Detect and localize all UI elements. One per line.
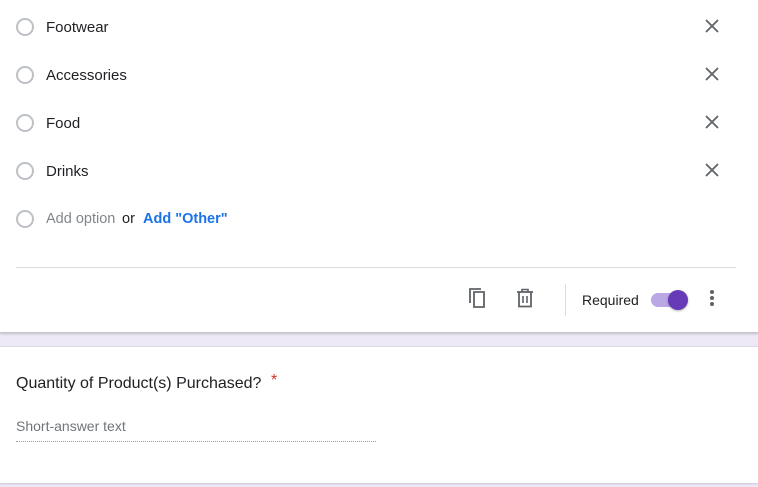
toolbar-separator bbox=[565, 284, 566, 316]
required-toggle[interactable] bbox=[648, 288, 690, 312]
close-icon bbox=[705, 115, 719, 129]
add-option-input[interactable]: Add option bbox=[46, 210, 115, 228]
radio-icon bbox=[16, 114, 34, 132]
option-label[interactable]: Drinks bbox=[46, 163, 89, 181]
duplicate-button[interactable] bbox=[465, 286, 489, 310]
option-row-food: Food bbox=[16, 113, 736, 137]
short-answer-field[interactable]: Short-answer text bbox=[16, 415, 376, 442]
close-icon bbox=[705, 163, 719, 177]
close-icon bbox=[705, 19, 719, 33]
option-label[interactable]: Accessories bbox=[46, 67, 127, 85]
option-label[interactable]: Food bbox=[46, 115, 80, 133]
radio-icon bbox=[16, 162, 34, 180]
trash-icon bbox=[517, 288, 533, 308]
option-row-footwear: Footwear bbox=[16, 17, 736, 41]
option-row-drinks: Drinks bbox=[16, 161, 736, 185]
option-row-accessories: Accessories bbox=[16, 65, 736, 89]
remove-option-button[interactable] bbox=[702, 160, 722, 180]
required-label: Required bbox=[582, 292, 639, 308]
close-icon bbox=[705, 67, 719, 81]
short-answer-placeholder: Short-answer text bbox=[16, 418, 126, 434]
short-answer-question-card: Quantity of Product(s) Purchased? * Shor… bbox=[0, 346, 758, 483]
question-title: Quantity of Product(s) Purchased? bbox=[16, 375, 262, 392]
more-options-button[interactable] bbox=[700, 286, 724, 310]
add-option-row: Add option or Add "Other" bbox=[16, 209, 416, 233]
radio-icon bbox=[16, 18, 34, 36]
divider bbox=[16, 267, 736, 268]
or-text: or bbox=[122, 211, 135, 227]
remove-option-button[interactable] bbox=[702, 112, 722, 132]
add-other-button[interactable]: Add "Other" bbox=[143, 210, 228, 228]
toggle-knob bbox=[668, 290, 688, 310]
remove-option-button[interactable] bbox=[702, 16, 722, 36]
radio-icon bbox=[16, 210, 34, 228]
option-label[interactable]: Footwear bbox=[46, 19, 109, 37]
multiple-choice-question-card: Footwear Accessories Food Drinks Add opt… bbox=[0, 0, 758, 333]
required-asterisk: * bbox=[271, 372, 278, 389]
radio-icon bbox=[16, 66, 34, 84]
remove-option-button[interactable] bbox=[702, 64, 722, 84]
copy-icon bbox=[469, 288, 485, 308]
delete-button[interactable] bbox=[513, 286, 537, 310]
more-vert-icon bbox=[710, 290, 714, 306]
